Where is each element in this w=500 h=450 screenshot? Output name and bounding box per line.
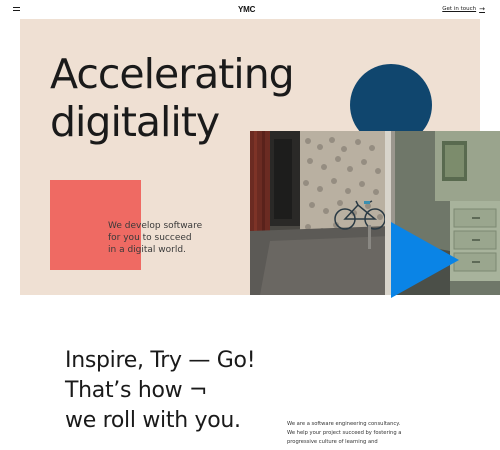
get-in-touch-label: Get in touch [442,6,477,12]
hero-title-line: Accelerating [50,50,295,98]
about-line: We are a software engineering consultanc… [287,421,401,427]
slogan-heading: Inspire, Try — Go! That’s how ¬ we roll … [65,346,256,436]
tagline-line: for you to succeed [108,233,192,243]
about-paragraph: We are a software engineering consultanc… [287,420,427,447]
top-navigation-bar: YMC Get in touch → [0,0,500,20]
slogan-line: Inspire, Try — Go! [65,348,256,373]
slogan-line: That’s how ¬ [65,378,208,403]
slogan-line: we roll with you. [65,408,241,433]
about-line: We help your project succeed by fosterin… [287,430,402,436]
about-line: progressive culture of learning and [287,439,378,445]
tagline-line: in a digital world. [108,245,186,255]
get-in-touch-link[interactable]: Get in touch → [442,4,485,13]
hamburger-menu-icon[interactable] [13,7,20,12]
office-photo [250,131,500,295]
ymc-logo[interactable]: YMC [238,5,255,14]
decorative-blue-triangle [391,222,459,298]
arrow-right-icon: → [479,4,485,13]
hero-tagline: We develop software for you to succeed i… [108,220,202,256]
tagline-line: We develop software [108,221,203,231]
